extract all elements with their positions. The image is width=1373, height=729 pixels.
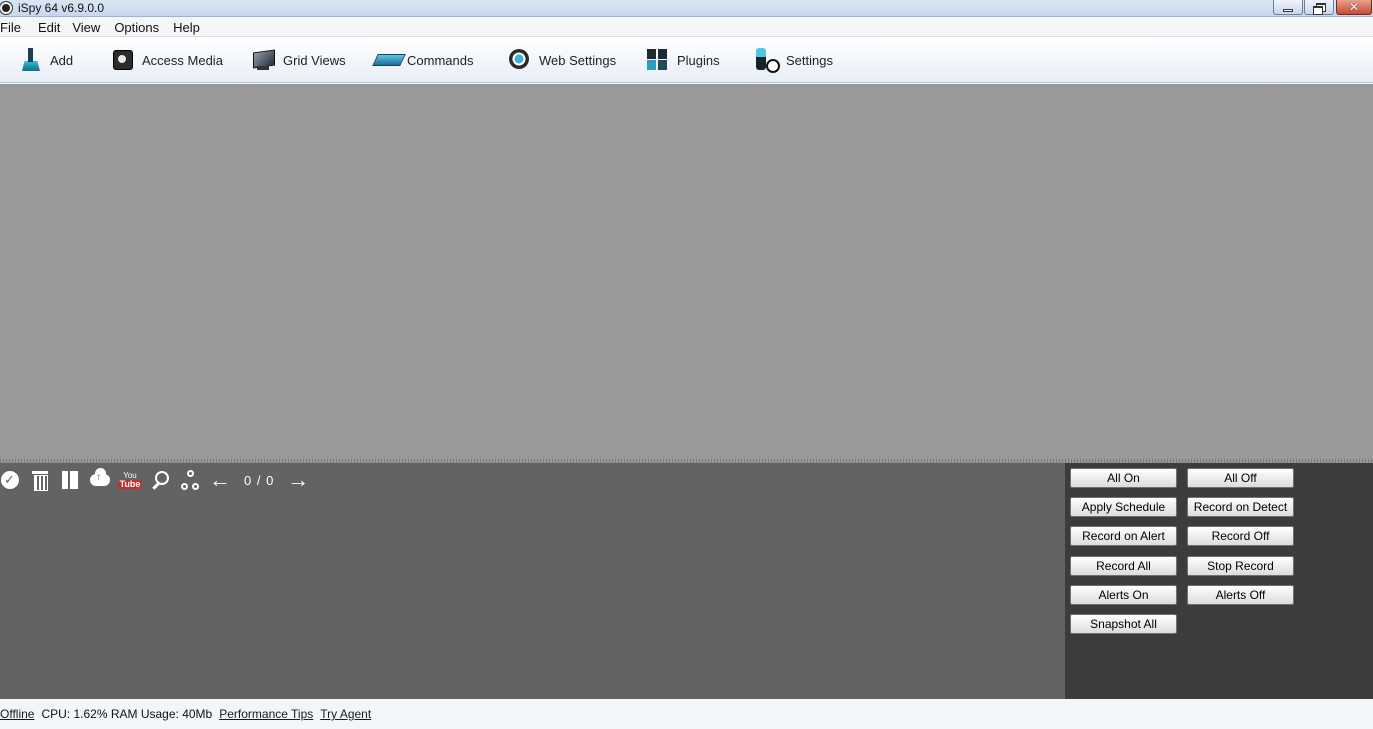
youtube-tube-text: Tube bbox=[117, 478, 143, 489]
all-off-button[interactable]: All Off bbox=[1187, 468, 1294, 488]
grid-views-label: Grid Views bbox=[283, 52, 346, 68]
settings-label: Settings bbox=[786, 52, 833, 68]
media-pane[interactable]: ✓ You Tube ← 0 / 0 → bbox=[0, 463, 1065, 699]
add-label: Add bbox=[50, 52, 74, 68]
share-icon[interactable] bbox=[180, 469, 200, 491]
status-bar: Offline CPU: 1.62% RAM Usage: 40Mb Perfo… bbox=[0, 699, 1373, 729]
snapshot-all-button[interactable]: Snapshot All bbox=[1070, 614, 1177, 634]
grid-views-button[interactable]: Grid Views bbox=[251, 45, 346, 75]
alerts-on-button[interactable]: Alerts On bbox=[1070, 585, 1177, 605]
connection-status-link[interactable]: Offline bbox=[0, 707, 34, 721]
web-settings-label: Web Settings bbox=[539, 52, 617, 68]
usage-status: CPU: 1.62% RAM Usage: 40Mb bbox=[41, 707, 213, 721]
menu-bar: File Edit View Options Help bbox=[0, 18, 1373, 37]
access-media-label: Access Media bbox=[142, 52, 223, 68]
media-folder-icon bbox=[110, 47, 134, 73]
monitor-icon bbox=[251, 47, 275, 73]
previous-arrow-icon[interactable]: ← bbox=[209, 469, 231, 491]
record-on-alert-button[interactable]: Record on Alert bbox=[1070, 526, 1177, 546]
close-button[interactable]: ✕ bbox=[1336, 0, 1372, 15]
try-agent-link[interactable]: Try Agent bbox=[320, 707, 371, 721]
menu-view[interactable]: View bbox=[67, 20, 107, 35]
control-pane: All On All Off Apply Schedule Record on … bbox=[1065, 463, 1373, 699]
minimize-icon bbox=[1283, 8, 1293, 12]
plugins-label: Plugins bbox=[677, 52, 720, 68]
settings-button[interactable]: Settings bbox=[754, 45, 833, 75]
plugins-icon bbox=[645, 47, 669, 73]
page-counter: 0 / 0 bbox=[244, 472, 275, 488]
alerts-off-button[interactable]: Alerts Off bbox=[1187, 585, 1294, 605]
commands-label: Commands bbox=[407, 52, 474, 68]
performance-tips-link[interactable]: Performance Tips bbox=[219, 707, 313, 721]
add-button[interactable]: Add bbox=[18, 45, 73, 75]
menu-file[interactable]: File bbox=[0, 20, 28, 35]
record-off-button[interactable]: Record Off bbox=[1187, 526, 1294, 546]
commands-button[interactable]: Commands bbox=[375, 45, 473, 75]
title-bar: iSpy 64 v6.9.0.0 ✕ bbox=[0, 0, 1373, 17]
media-toolbar: ✓ You Tube ← 0 / 0 → bbox=[0, 467, 318, 493]
window-title: iSpy 64 v6.9.0.0 bbox=[18, 1, 105, 15]
minimize-button[interactable] bbox=[1273, 0, 1303, 15]
youtube-icon[interactable]: You Tube bbox=[117, 469, 143, 491]
menu-help[interactable]: Help bbox=[166, 20, 207, 35]
bookmark-icon[interactable] bbox=[60, 469, 80, 491]
settings-icon bbox=[754, 47, 780, 73]
restore-button[interactable] bbox=[1304, 0, 1334, 15]
plugins-button[interactable]: Plugins bbox=[645, 45, 720, 75]
all-on-button[interactable]: All On bbox=[1070, 468, 1177, 488]
menu-edit[interactable]: Edit bbox=[28, 20, 67, 35]
add-camera-icon bbox=[18, 47, 42, 73]
select-all-icon[interactable]: ✓ bbox=[0, 469, 20, 491]
commands-icon bbox=[375, 47, 399, 73]
close-icon: ✕ bbox=[1348, 0, 1360, 14]
web-globe-icon bbox=[507, 47, 531, 73]
upload-cloud-icon[interactable] bbox=[90, 468, 110, 491]
menu-options[interactable]: Options bbox=[107, 20, 166, 35]
apply-schedule-button[interactable]: Apply Schedule bbox=[1070, 497, 1177, 517]
restore-icon bbox=[1313, 2, 1326, 15]
record-on-detect-button[interactable]: Record on Detect bbox=[1187, 497, 1294, 517]
access-media-button[interactable]: Access Media bbox=[110, 45, 223, 75]
camera-view-area[interactable] bbox=[0, 84, 1373, 460]
main-toolbar: Add Access Media Grid Views Commands Web… bbox=[0, 37, 1373, 83]
delete-icon[interactable] bbox=[30, 469, 50, 491]
record-all-button[interactable]: Record All bbox=[1070, 556, 1177, 576]
web-settings-button[interactable]: Web Settings bbox=[507, 45, 616, 75]
search-icon[interactable] bbox=[150, 469, 170, 491]
app-logo-icon bbox=[0, 2, 12, 14]
stop-record-button[interactable]: Stop Record bbox=[1187, 556, 1294, 576]
next-arrow-icon[interactable]: → bbox=[287, 469, 309, 491]
